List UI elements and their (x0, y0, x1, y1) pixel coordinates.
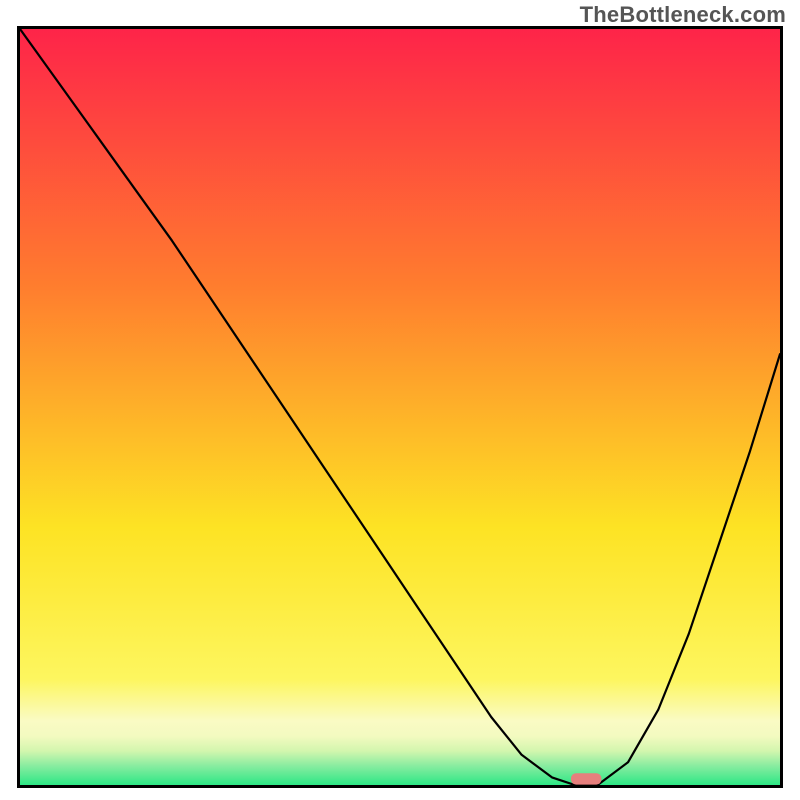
gradient-background (20, 29, 780, 785)
chart-svg (20, 29, 780, 785)
watermark-text: TheBottleneck.com (580, 2, 786, 28)
optimal-marker (571, 773, 601, 784)
chart-stage: TheBottleneck.com (0, 0, 800, 800)
plot-area (17, 26, 783, 788)
